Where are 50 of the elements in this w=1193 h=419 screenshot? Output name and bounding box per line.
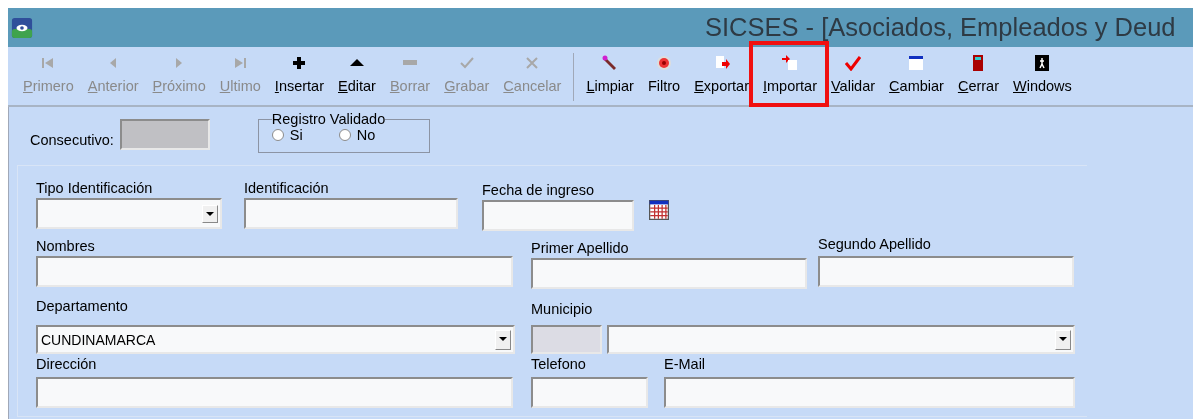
field-label: Primer Apellido bbox=[531, 240, 630, 255]
input-field[interactable] bbox=[36, 256, 513, 287]
input-field[interactable] bbox=[531, 325, 602, 354]
export-icon bbox=[713, 55, 730, 71]
plus-icon bbox=[291, 55, 308, 71]
toolbar-button[interactable]: Cerrar bbox=[957, 51, 999, 94]
toolbar-button[interactable]: Windows bbox=[1013, 51, 1072, 94]
field-label: Consecutivo: bbox=[30, 132, 114, 147]
toolbar-button[interactable]: Limpiar bbox=[586, 51, 634, 94]
import-icon bbox=[782, 55, 798, 71]
toolbar-button[interactable]: Filtro bbox=[647, 51, 681, 94]
exit-icon bbox=[1034, 55, 1051, 71]
toolbar-button[interactable]: Exportar bbox=[694, 51, 749, 94]
field-label: Telefono bbox=[531, 356, 587, 371]
radio-label: Si bbox=[289, 127, 303, 143]
field-label: Identificación bbox=[244, 180, 330, 195]
radio-button[interactable] bbox=[271, 129, 284, 141]
field-label: Departamento bbox=[36, 298, 129, 313]
field-label: Municipio bbox=[531, 301, 594, 316]
app-logo-icon bbox=[11, 16, 33, 39]
target-icon bbox=[656, 55, 673, 71]
window-title: SICSES - [Asociados, Empleados y Deud bbox=[705, 13, 1176, 42]
input-field[interactable] bbox=[119, 119, 210, 150]
radio-label: No bbox=[356, 127, 376, 143]
input-field[interactable] bbox=[482, 200, 634, 231]
check-icon bbox=[458, 55, 475, 71]
toolbar-button[interactable]: Editar bbox=[338, 51, 376, 94]
field-label: Fecha de ingreso bbox=[482, 182, 596, 197]
field-label: Dirección bbox=[36, 356, 98, 371]
pen-icon bbox=[602, 55, 619, 71]
toolbar-button[interactable]: Validar bbox=[831, 51, 876, 94]
cross-icon bbox=[524, 55, 541, 71]
input-field[interactable] bbox=[531, 258, 807, 289]
input-field[interactable] bbox=[244, 198, 458, 229]
last-icon bbox=[232, 55, 249, 71]
toolbar-button[interactable]: Insertar bbox=[274, 51, 324, 94]
toolbar-button[interactable]: Cambiar bbox=[889, 51, 944, 94]
group-label: Registro Validado bbox=[271, 111, 386, 127]
field-label: Tipo Identificación bbox=[36, 180, 154, 195]
input-field[interactable] bbox=[664, 377, 1075, 408]
radio-button[interactable] bbox=[338, 129, 351, 141]
toolbar-button[interactable]: Importar bbox=[763, 51, 817, 94]
input-field[interactable] bbox=[818, 256, 1074, 287]
input-field[interactable] bbox=[36, 377, 513, 408]
check-icon bbox=[845, 55, 862, 71]
input-field[interactable] bbox=[531, 377, 648, 408]
field-label: Segundo Apellido bbox=[818, 236, 932, 251]
field-label: E-Mail bbox=[664, 356, 707, 371]
dropdown[interactable]: CUNDINAMARCA bbox=[36, 325, 515, 354]
field-label: Nombres bbox=[36, 238, 96, 253]
